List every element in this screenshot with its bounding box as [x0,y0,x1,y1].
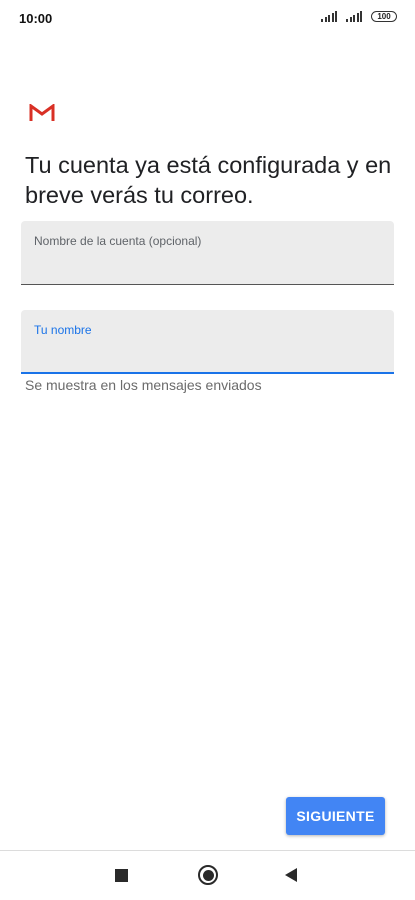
your-name-helper-text: Se muestra en los mensajes enviados [25,377,262,393]
signal-icon [346,11,362,22]
account-name-label: Nombre de la cuenta (opcional) [34,234,202,248]
account-name-input[interactable] [34,253,379,277]
your-name-field[interactable]: Tu nombre [21,310,394,374]
home-icon[interactable] [198,865,218,885]
back-icon[interactable] [285,868,297,882]
status-time: 10:00 [19,11,53,26]
recent-apps-icon[interactable] [115,869,128,882]
status-icons: 100 [321,11,397,22]
gmail-logo [29,104,55,121]
next-button[interactable]: SIGUIENTE [286,797,385,835]
your-name-input[interactable] [34,342,379,366]
your-name-label: Tu nombre [34,323,92,337]
status-bar: 10:00 100 [0,0,415,38]
page-title: Tu cuenta ya está configurada y en breve… [25,152,392,208]
account-name-field[interactable]: Nombre de la cuenta (opcional) [21,221,394,285]
signal-icon [321,11,337,22]
navigation-bar [0,850,415,900]
battery-icon: 100 [371,11,397,22]
